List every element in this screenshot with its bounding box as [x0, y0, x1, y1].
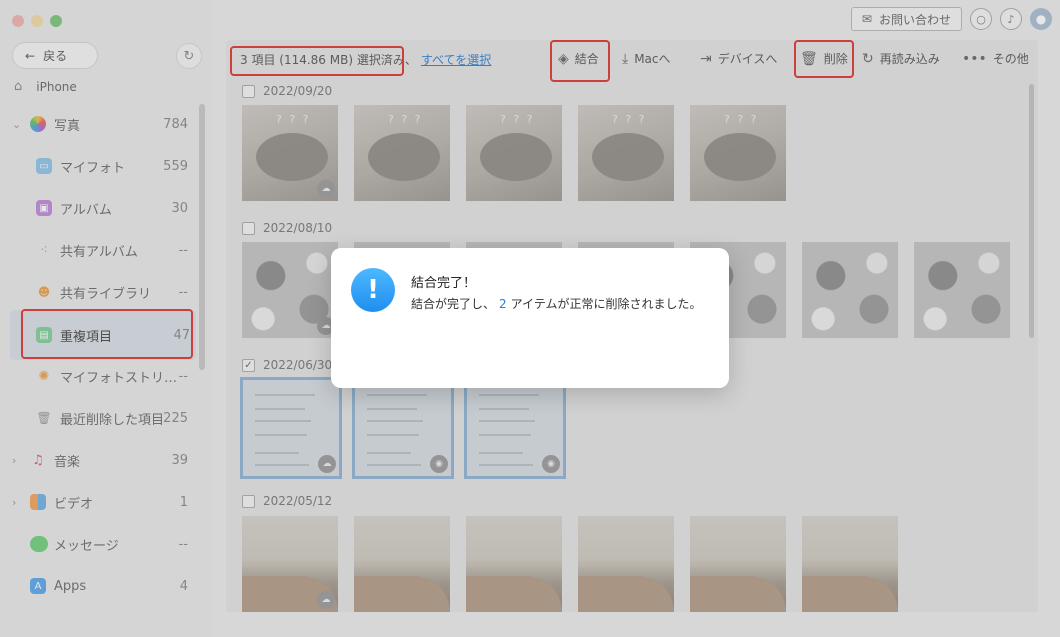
dialog-message-pre: 結合が完了し、 — [411, 297, 496, 311]
dialog-message-post: アイテムが正常に削除されました。 — [510, 297, 702, 311]
dialog-message: 結合が完了し、 2 アイテムが正常に削除されました。 — [411, 295, 701, 312]
info-exclamation-icon: ! — [351, 268, 395, 312]
merge-complete-dialog: ! 結合完了！ 結合が完了し、 2 アイテムが正常に削除されました。 — [331, 248, 729, 388]
dialog-title: 結合完了！ — [411, 276, 477, 291]
dialog-message-count: 2 — [499, 297, 507, 311]
